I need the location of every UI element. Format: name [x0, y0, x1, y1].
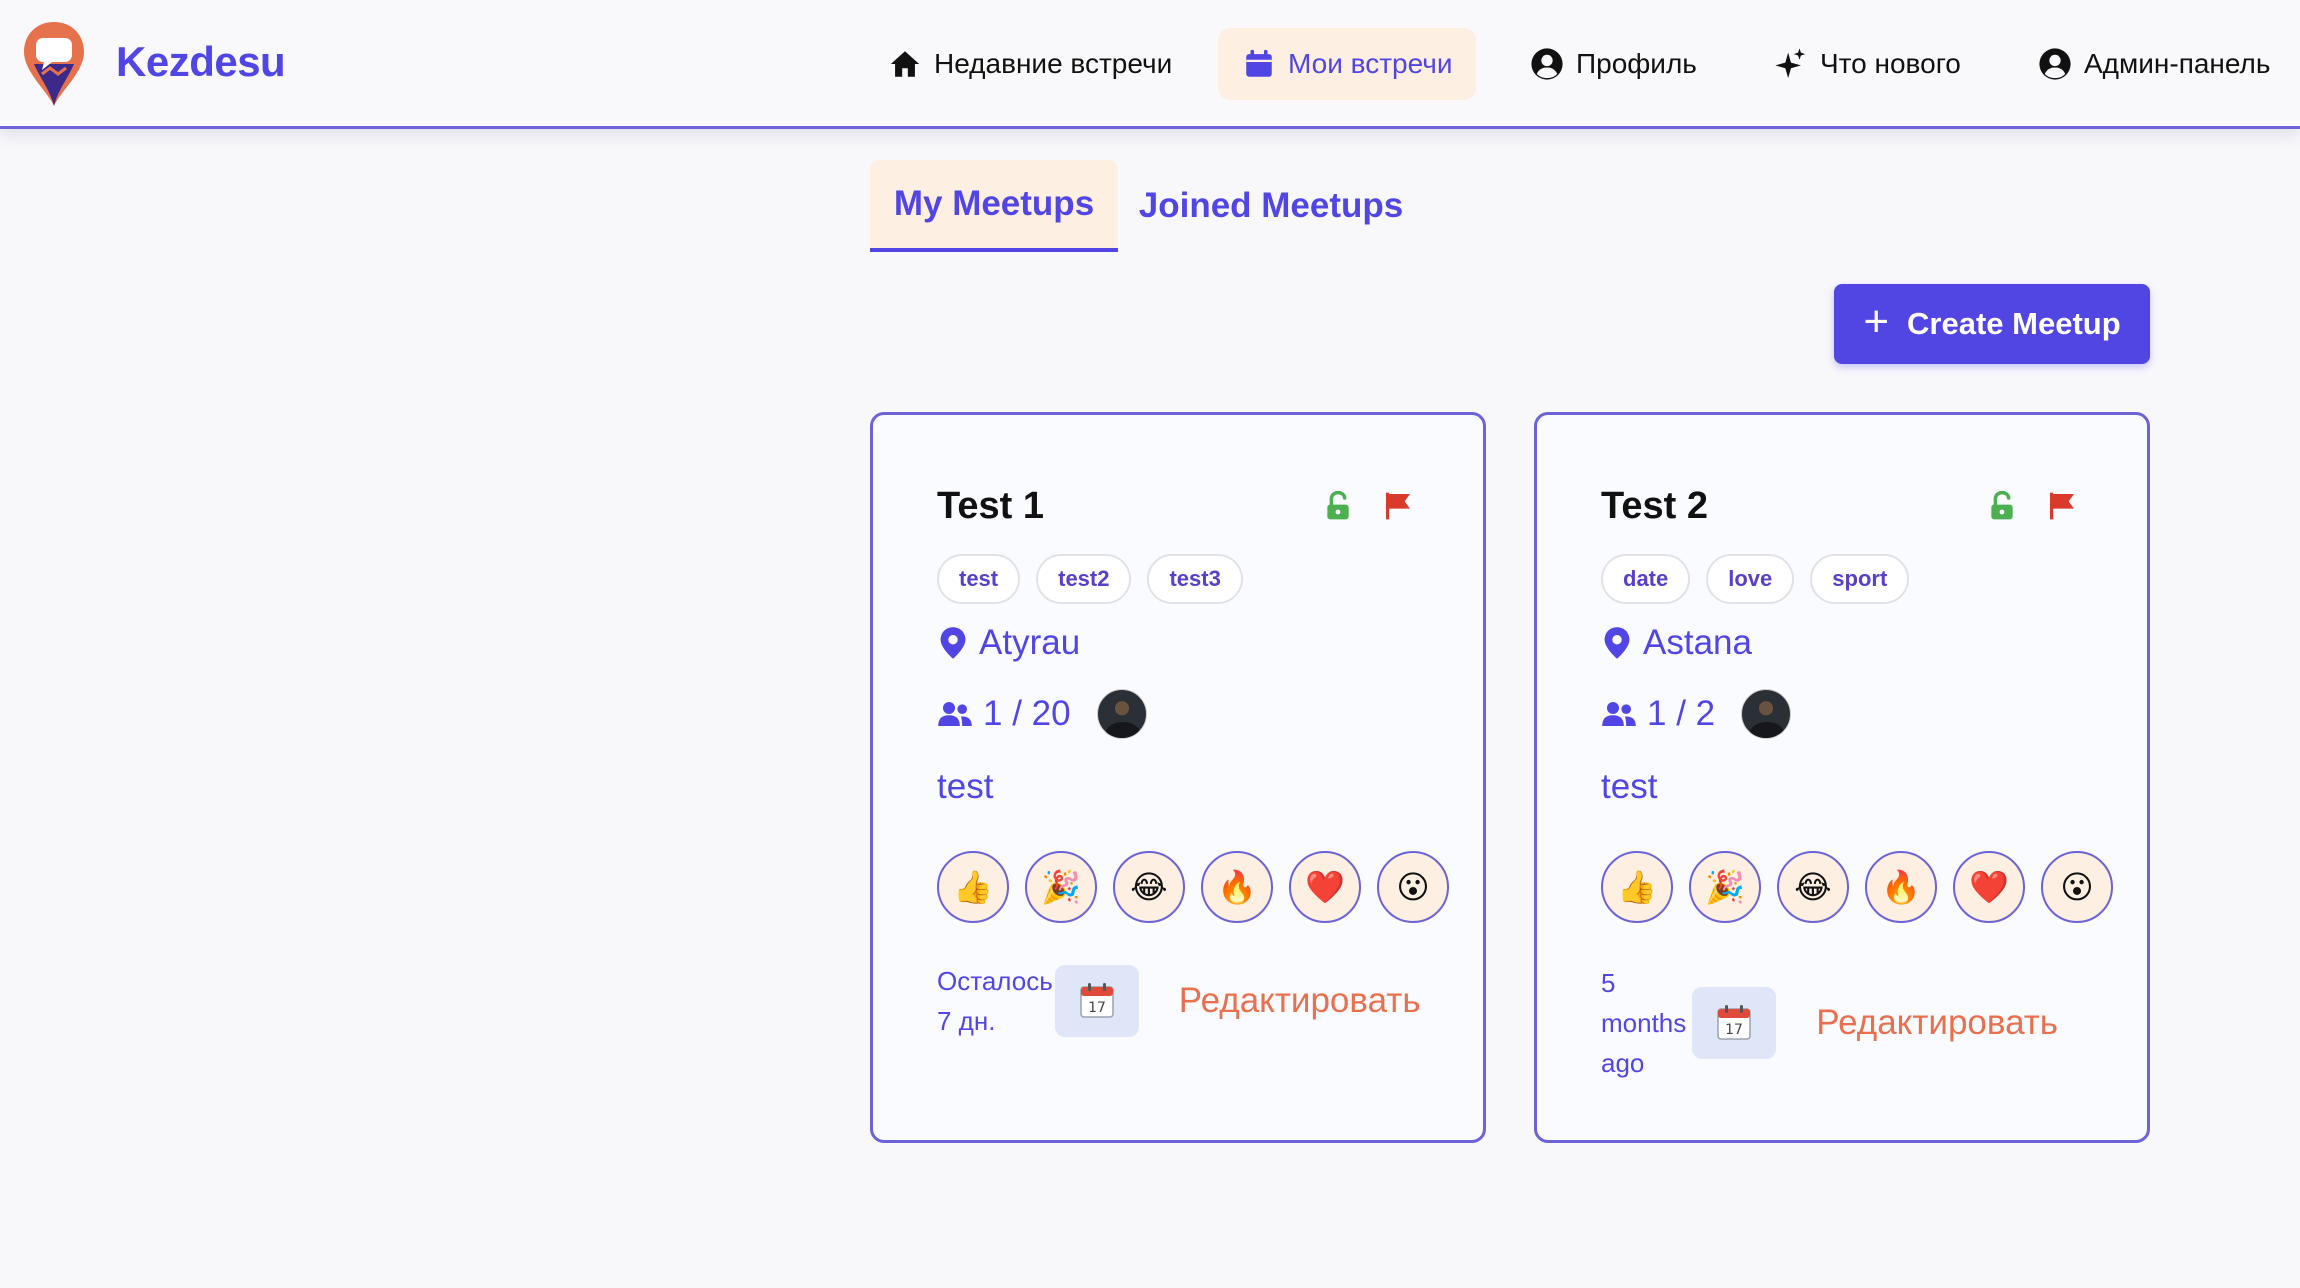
- home-icon: [890, 51, 920, 77]
- nav-my-meetups[interactable]: Мои встречи: [1218, 28, 1477, 100]
- top-navbar: Kezdesu Недавние встречи Мои встречи Про…: [0, 0, 2300, 129]
- time-left-line: Осталось: [937, 966, 1053, 996]
- calendar-icon: [1246, 49, 1272, 77]
- reaction-party-icon[interactable]: 🎉: [1689, 851, 1761, 923]
- nav-admin-panel[interactable]: Админ-панель: [2014, 28, 2294, 100]
- meetup-location: Atyrau: [979, 623, 1081, 662]
- user-circle-icon: [2039, 48, 2071, 80]
- nav-whats-new[interactable]: Что нового: [1750, 28, 1985, 100]
- reaction-list: 👍 🎉 😂 🔥 ❤️ 😮: [1601, 851, 2113, 923]
- reaction-wow-icon[interactable]: 😮: [1377, 851, 1449, 923]
- meetup-description: test: [937, 767, 994, 806]
- location-row: Atyrau: [937, 623, 1080, 663]
- nav-label: Админ-панель: [2084, 48, 2271, 79]
- nav-label: Профиль: [1576, 48, 1697, 79]
- card-footer: Осталось 7 дн. 17 Редактировать: [937, 961, 1421, 1041]
- participants-count: 1 / 2: [1647, 694, 1716, 733]
- time-left: Осталось 7 дн.: [937, 961, 1053, 1041]
- time-left-line: months: [1601, 1008, 1687, 1038]
- logo-icon[interactable]: [22, 20, 86, 108]
- meetup-card[interactable]: Test 2 date love sport Astana 1 / 2 test…: [1534, 412, 2150, 1143]
- calendar-icon: 17: [1717, 1005, 1752, 1040]
- meetup-location: Astana: [1643, 623, 1752, 662]
- people-icon: [1602, 702, 1636, 726]
- tag[interactable]: test: [937, 554, 1021, 604]
- user-circle-icon: [1531, 48, 1563, 80]
- tag[interactable]: test3: [1147, 554, 1243, 604]
- time-left-line: 7 дн.: [937, 1006, 996, 1036]
- add-to-calendar-button[interactable]: 17: [1054, 965, 1139, 1037]
- calendar-icon: 17: [1080, 983, 1114, 1018]
- reaction-laugh-icon[interactable]: 😂: [1113, 851, 1185, 923]
- edit-link[interactable]: Редактировать: [1179, 981, 1421, 1021]
- nav-label: Что нового: [1820, 48, 1961, 79]
- svg-text:17: 17: [1088, 1000, 1106, 1016]
- unlock-icon[interactable]: [1986, 490, 2018, 522]
- tag[interactable]: love: [1706, 554, 1795, 604]
- create-meetup-label: Create Meetup: [1907, 306, 2121, 341]
- sparkles-icon: [1775, 48, 1806, 79]
- edit-link[interactable]: Редактировать: [1816, 1003, 2058, 1043]
- reaction-party-icon[interactable]: 🎉: [1025, 851, 1097, 923]
- meetup-title: Test 1: [937, 485, 1045, 527]
- nav-label: Недавние встречи: [934, 48, 1173, 79]
- tab-my-meetups[interactable]: My Meetups: [870, 160, 1118, 252]
- unlock-icon[interactable]: [1322, 490, 1354, 522]
- time-left-line: 5: [1601, 968, 1616, 998]
- tag[interactable]: test2: [1036, 554, 1132, 604]
- participants-row: 1 / 2: [1601, 689, 1792, 739]
- time-left: 5 months ago: [1601, 963, 1686, 1083]
- avatar[interactable]: [1096, 689, 1147, 739]
- reaction-fire-icon[interactable]: 🔥: [1865, 851, 1937, 923]
- map-pin-icon: [940, 627, 966, 659]
- avatar[interactable]: [1741, 689, 1792, 739]
- tag[interactable]: date: [1601, 554, 1691, 604]
- create-meetup-button[interactable]: + Create Meetup: [1834, 284, 2150, 364]
- plus-icon: +: [1863, 297, 1890, 346]
- brand-name[interactable]: Kezdesu: [116, 38, 286, 86]
- participants-count: 1 / 20: [983, 694, 1071, 733]
- tag-list: test test2 test3: [937, 554, 1243, 604]
- meetup-description: test: [1601, 767, 1658, 806]
- report-flag-icon[interactable]: [2046, 490, 2078, 522]
- reaction-heart-icon[interactable]: ❤️: [1289, 851, 1361, 923]
- tag-list: date love sport: [1601, 554, 1910, 604]
- tab-joined-meetups[interactable]: Joined Meetups: [1130, 160, 1412, 252]
- map-pin-icon: [1604, 627, 1630, 659]
- people-icon: [938, 702, 972, 726]
- card-footer: 5 months ago 17 Редактировать: [1601, 963, 2058, 1083]
- reaction-thumbs-up-icon[interactable]: 👍: [937, 851, 1009, 923]
- svg-text:17: 17: [1725, 1022, 1743, 1038]
- nav-recent-meetups[interactable]: Недавние встречи: [864, 28, 1196, 100]
- add-to-calendar-button[interactable]: 17: [1692, 987, 1777, 1059]
- reaction-heart-icon[interactable]: ❤️: [1953, 851, 2025, 923]
- location-row: Astana: [1601, 623, 1752, 663]
- time-left-line: ago: [1601, 1048, 1645, 1078]
- nav-profile[interactable]: Профиль: [1506, 28, 1721, 100]
- tag[interactable]: sport: [1810, 554, 1910, 604]
- reaction-thumbs-up-icon[interactable]: 👍: [1601, 851, 1673, 923]
- meetup-title: Test 2: [1601, 485, 1709, 527]
- nav-label: Мои встречи: [1288, 48, 1453, 79]
- reaction-list: 👍 🎉 😂 🔥 ❤️ 😮: [937, 851, 1449, 923]
- meetup-card[interactable]: Test 1 test test2 test3 Atyrau 1 / 20 te…: [870, 412, 1486, 1143]
- participants-row: 1 / 20: [937, 689, 1147, 739]
- report-flag-icon[interactable]: [1382, 490, 1414, 522]
- reaction-wow-icon[interactable]: 😮: [2041, 851, 2113, 923]
- reaction-laugh-icon[interactable]: 😂: [1777, 851, 1849, 923]
- reaction-fire-icon[interactable]: 🔥: [1201, 851, 1273, 923]
